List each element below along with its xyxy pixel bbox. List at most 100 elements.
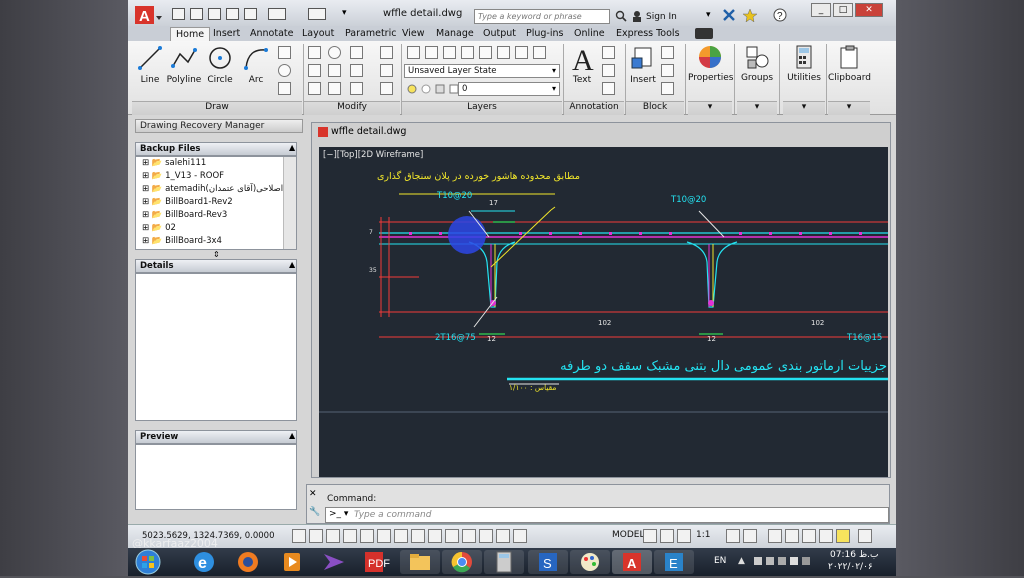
rotate-icon[interactable] xyxy=(328,46,341,59)
details-header[interactable]: Details xyxy=(135,259,297,273)
user-icon[interactable] xyxy=(631,10,643,22)
acrobat-icon[interactable]: PDF xyxy=(354,550,394,574)
close-button[interactable]: ✕ xyxy=(855,3,883,17)
hardware-acceleration-icon[interactable] xyxy=(802,529,816,543)
tab-output[interactable]: Output xyxy=(478,27,521,41)
layer-icon[interactable] xyxy=(533,46,546,59)
hatch-icon[interactable] xyxy=(278,82,291,95)
ie-icon[interactable]: e xyxy=(184,550,224,574)
list-item[interactable]: ⊞ 📂 BillBoard-Rev3 xyxy=(142,210,227,223)
dyn-icon[interactable] xyxy=(445,529,459,543)
exchange-icon[interactable] xyxy=(722,8,736,22)
ellipse-icon[interactable] xyxy=(278,64,291,77)
tab-insert[interactable]: Insert xyxy=(208,27,245,41)
arc-button[interactable]: Arc xyxy=(240,44,272,85)
list-item[interactable]: ⊞ 📂 BillBoard-3x4 xyxy=(142,236,222,249)
scale-icon[interactable] xyxy=(328,82,341,95)
layers-panel-title[interactable]: Layers xyxy=(402,101,562,115)
lineweight-icon[interactable] xyxy=(462,529,476,543)
help-icon[interactable]: ? xyxy=(773,8,787,22)
chevron-down-icon[interactable]: ▾ xyxy=(552,84,556,93)
dim-12b[interactable]: 12 xyxy=(707,335,716,343)
dim-17[interactable]: 17 xyxy=(489,199,498,207)
3d-osnap-icon[interactable] xyxy=(394,529,408,543)
tab-parametric[interactable]: Parametric xyxy=(340,27,401,41)
dim-12a[interactable]: 12 xyxy=(487,335,496,343)
note-text[interactable]: مطابق محدوده هاشور خورده در پلان سنجاق گ… xyxy=(377,171,580,182)
collapse-icon[interactable]: ▲ xyxy=(289,260,295,269)
list-item[interactable]: ⊞ 📂 atemadih(اصلاحی(آقای عتمدان xyxy=(142,184,283,197)
utilities-button[interactable]: Utilities xyxy=(783,44,825,83)
tab-home[interactable]: Home xyxy=(170,27,211,41)
layer-icon[interactable] xyxy=(515,46,528,59)
annotation-scale[interactable]: 1:1 xyxy=(696,530,710,540)
label-2t16[interactable]: 2T16@75 xyxy=(435,333,476,343)
tab-plugins[interactable]: Plug-ins xyxy=(521,27,568,41)
clipboard-expand-icon[interactable]: ▾ xyxy=(828,101,870,115)
tab-manage[interactable]: Manage xyxy=(431,27,479,41)
clean-screen-icon[interactable] xyxy=(858,529,872,543)
redo-icon[interactable] xyxy=(308,8,326,20)
minimize-button[interactable]: _ xyxy=(811,3,831,17)
layer-toggle-icons[interactable] xyxy=(406,82,466,96)
tray-chevron-icon[interactable]: ▲ xyxy=(738,556,745,566)
layer-icon[interactable] xyxy=(497,46,510,59)
table-icon[interactable] xyxy=(602,82,615,95)
insert-button[interactable]: Insert xyxy=(629,44,657,85)
label-t16[interactable]: T16@15 xyxy=(847,333,882,343)
dim-102a[interactable]: 102 xyxy=(598,319,611,327)
star-icon[interactable] xyxy=(742,8,758,23)
groups-button[interactable]: Groups xyxy=(737,44,777,83)
drawing-tab[interactable]: wffle detail.dwg xyxy=(312,123,512,140)
visual-studio-icon[interactable] xyxy=(314,550,354,574)
collapse-icon[interactable]: ▲ xyxy=(289,431,295,440)
move-icon[interactable] xyxy=(308,46,321,59)
search-icon[interactable] xyxy=(615,10,627,22)
sketchup-icon[interactable]: S xyxy=(528,550,568,574)
layout-icon[interactable] xyxy=(643,529,657,543)
properties-expand-icon[interactable]: ▾ xyxy=(688,101,732,115)
sign-in-link[interactable]: Sign In xyxy=(646,12,677,22)
application-menu-button[interactable]: A xyxy=(132,4,164,28)
qat-dropdown-icon[interactable]: ▾ xyxy=(342,8,352,20)
otrack-icon[interactable] xyxy=(411,529,425,543)
polyline-button[interactable]: Polyline xyxy=(166,44,202,85)
layer-icon[interactable] xyxy=(461,46,474,59)
tab-annotate[interactable]: Annotate xyxy=(245,27,298,41)
snap-icon[interactable] xyxy=(309,529,323,543)
layer-icon[interactable] xyxy=(425,46,438,59)
splitter-icon[interactable]: ⇕ xyxy=(213,250,220,259)
new-icon[interactable] xyxy=(172,8,185,20)
maximize-button[interactable]: □ xyxy=(833,3,853,17)
media-player-icon[interactable] xyxy=(272,550,312,574)
tray-icons[interactable] xyxy=(754,555,814,567)
etabs-icon[interactable]: E xyxy=(654,550,694,574)
search-input[interactable]: Type a keyword or phrase xyxy=(474,9,610,24)
block-panel-title[interactable]: Block xyxy=(626,101,684,115)
offset-icon[interactable] xyxy=(380,82,393,95)
lock-icon[interactable] xyxy=(785,529,799,543)
layer-icon[interactable] xyxy=(479,46,492,59)
infer-constraints-icon[interactable] xyxy=(292,529,306,543)
list-item[interactable]: ⊞ 📂 02 xyxy=(142,223,176,236)
layer-icon[interactable] xyxy=(443,46,456,59)
firefox-icon[interactable] xyxy=(228,550,268,574)
label-t10-right[interactable]: T10@20 xyxy=(671,195,706,205)
lightbulb-icon[interactable] xyxy=(836,529,850,543)
autocad-taskbar-icon[interactable]: A xyxy=(612,550,652,574)
mirror-icon[interactable] xyxy=(328,64,341,77)
dim-7[interactable]: 7 xyxy=(369,229,373,236)
start-button[interactable] xyxy=(130,549,166,575)
circle-button[interactable]: Circle xyxy=(204,44,236,85)
isolate-objects-icon[interactable] xyxy=(819,529,833,543)
dimension-icon[interactable] xyxy=(602,46,615,59)
list-item[interactable]: ⊞ 📂 salehi111 xyxy=(142,158,206,171)
clipboard-button[interactable]: Clipboard xyxy=(828,44,871,83)
grid-icon[interactable] xyxy=(326,529,340,543)
quick-properties-icon[interactable] xyxy=(496,529,510,543)
list-item[interactable]: ⊞ 📂 BillBoard1-Rev2 xyxy=(142,197,233,210)
list-item[interactable]: ⊞ 📂 1_V13 - ROOF xyxy=(142,171,224,184)
close-icon[interactable]: ✕ xyxy=(309,489,321,501)
save-as-icon[interactable] xyxy=(226,8,239,20)
plot-icon[interactable] xyxy=(244,8,257,20)
